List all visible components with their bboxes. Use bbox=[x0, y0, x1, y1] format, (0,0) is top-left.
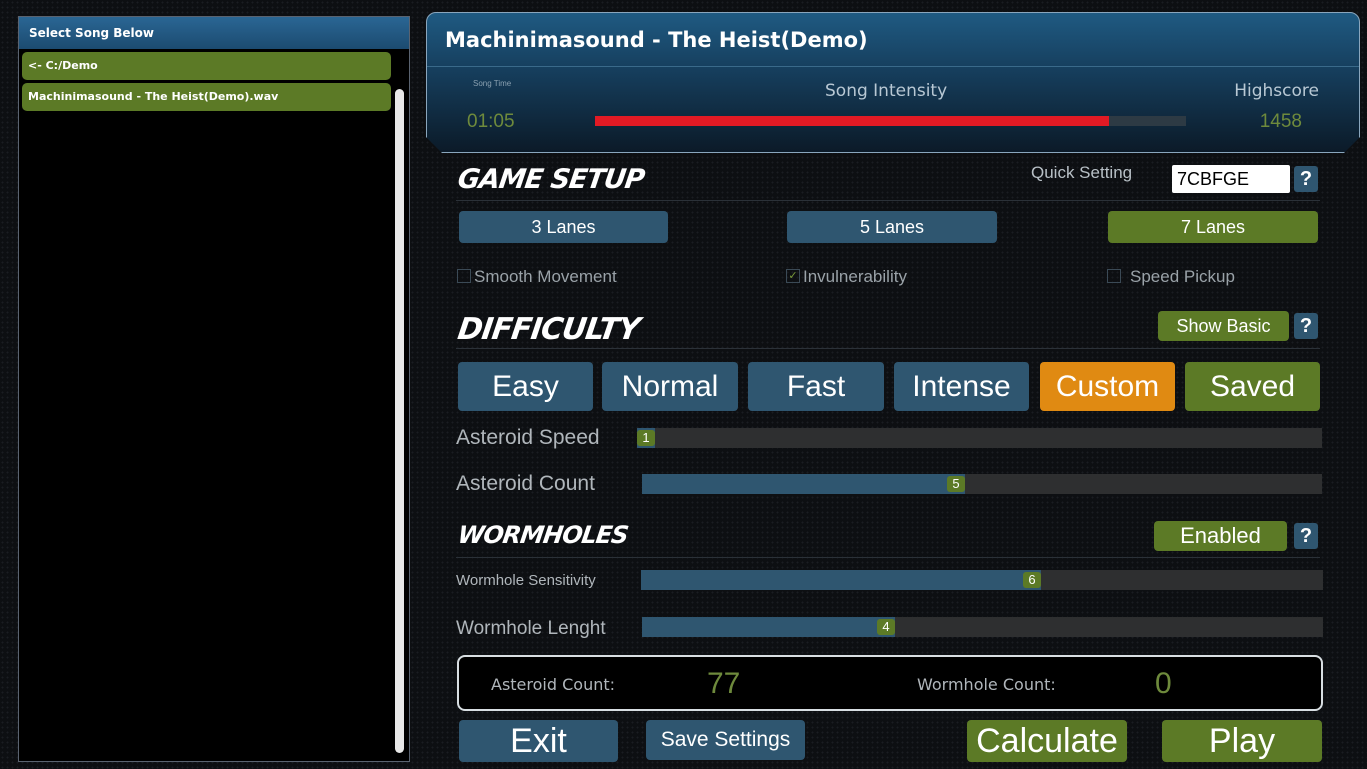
invulnerability-checkbox[interactable]: ✓ bbox=[786, 268, 800, 283]
preset-custom-button[interactable]: Custom bbox=[1040, 362, 1175, 411]
wormhole-sensitivity-handle[interactable]: 6 bbox=[1023, 572, 1041, 588]
preset-intense-button[interactable]: Intense bbox=[894, 362, 1029, 411]
lanes-7-button[interactable]: 7 Lanes bbox=[1108, 211, 1318, 243]
smooth-movement-option[interactable]: Smooth Movement bbox=[457, 267, 617, 287]
song-intensity-label: Song Intensity bbox=[825, 81, 948, 101]
preset-normal-button[interactable]: Normal bbox=[602, 362, 738, 411]
game-setup-help-button[interactable]: ? bbox=[1294, 166, 1318, 192]
asteroid-speed-slider[interactable]: 1 bbox=[637, 428, 1322, 448]
invulnerability-label: Invulnerability bbox=[803, 267, 907, 286]
asteroid-count-label: Asteroid Count bbox=[456, 472, 595, 495]
asteroid-count-stat-label: Asteroid Count: bbox=[491, 675, 616, 694]
lanes-5-button[interactable]: 5 Lanes bbox=[787, 211, 997, 243]
game-setup-title: GAME SETUP bbox=[455, 164, 646, 195]
song-list-item-song[interactable]: Machinimasound - The Heist(Demo).wav bbox=[22, 83, 391, 111]
speed-pickup-checkbox[interactable] bbox=[1107, 268, 1121, 283]
song-intensity-fill bbox=[595, 116, 1109, 126]
highscore-label: Highscore bbox=[1234, 81, 1319, 101]
game-setup-divider bbox=[456, 200, 1320, 201]
speed-pickup-option[interactable]: Speed Pickup bbox=[1107, 267, 1235, 287]
wormholes-divider bbox=[456, 557, 1320, 558]
info-divider bbox=[427, 66, 1359, 67]
song-list-item-parent-folder[interactable]: <- C:/Demo bbox=[22, 52, 391, 80]
calculate-button[interactable]: Calculate bbox=[967, 720, 1127, 762]
play-button[interactable]: Play bbox=[1162, 720, 1322, 762]
asteroid-count-stat-value: 77 bbox=[707, 667, 741, 700]
wormholes-help-button[interactable]: ? bbox=[1294, 523, 1318, 549]
wormhole-sensitivity-label: Wormhole Sensitivity bbox=[456, 572, 596, 589]
wormhole-length-label: Wormhole Lenght bbox=[456, 618, 606, 639]
wormhole-length-fill bbox=[642, 617, 895, 637]
wormhole-count-stat-value: 0 bbox=[1155, 667, 1172, 700]
preset-fast-button[interactable]: Fast bbox=[748, 362, 884, 411]
asteroid-count-fill bbox=[642, 474, 965, 494]
show-basic-button[interactable]: Show Basic bbox=[1158, 311, 1289, 341]
wormhole-sensitivity-slider[interactable]: 6 bbox=[641, 570, 1323, 590]
preset-saved-button[interactable]: Saved bbox=[1185, 362, 1320, 411]
song-time-value: 01:05 bbox=[467, 111, 515, 132]
lanes-3-button[interactable]: 3 Lanes bbox=[459, 211, 668, 243]
wormhole-length-handle[interactable]: 4 bbox=[877, 619, 895, 635]
stats-panel: Asteroid Count: 77 Wormhole Count: 0 bbox=[457, 655, 1323, 711]
smooth-movement-checkbox[interactable] bbox=[457, 268, 471, 283]
quick-setting-input[interactable]: 7CBFGE bbox=[1172, 165, 1290, 193]
difficulty-help-button[interactable]: ? bbox=[1294, 313, 1318, 339]
asteroid-speed-handle[interactable]: 1 bbox=[637, 430, 655, 446]
quick-setting-label: Quick Setting bbox=[1031, 163, 1133, 182]
exit-button[interactable]: Exit bbox=[459, 720, 618, 762]
song-intensity-bar bbox=[595, 116, 1186, 126]
song-list-header: Select Song Below bbox=[19, 17, 409, 49]
asteroid-count-slider[interactable]: 5 bbox=[642, 474, 1322, 494]
wormhole-sensitivity-fill bbox=[641, 570, 1041, 590]
speed-pickup-label: Speed Pickup bbox=[1130, 267, 1235, 286]
song-title: Machinimasound - The Heist(Demo) bbox=[445, 28, 868, 52]
highscore-value: 1458 bbox=[1259, 111, 1302, 132]
smooth-movement-label: Smooth Movement bbox=[474, 267, 617, 286]
asteroid-speed-label: Asteroid Speed bbox=[456, 426, 600, 449]
wormholes-title: WORMHOLES bbox=[456, 521, 630, 549]
difficulty-divider bbox=[456, 348, 1320, 349]
song-list-scrollbar[interactable] bbox=[395, 89, 404, 753]
invulnerability-option[interactable]: ✓ Invulnerability bbox=[786, 267, 907, 287]
save-settings-button[interactable]: Save Settings bbox=[646, 720, 805, 760]
wormholes-enabled-button[interactable]: Enabled bbox=[1154, 521, 1287, 551]
song-list-panel: Select Song Below <- C:/Demo Machinimaso… bbox=[18, 16, 410, 762]
song-time-label: Song Time bbox=[473, 79, 512, 88]
wormhole-length-slider[interactable]: 4 bbox=[642, 617, 1323, 637]
wormhole-count-stat-label: Wormhole Count: bbox=[917, 675, 1056, 694]
preset-easy-button[interactable]: Easy bbox=[458, 362, 593, 411]
asteroid-count-handle[interactable]: 5 bbox=[947, 476, 965, 492]
song-info-panel: Machinimasound - The Heist(Demo) Song Ti… bbox=[426, 12, 1360, 153]
difficulty-title: DIFFICULTY bbox=[455, 312, 642, 347]
